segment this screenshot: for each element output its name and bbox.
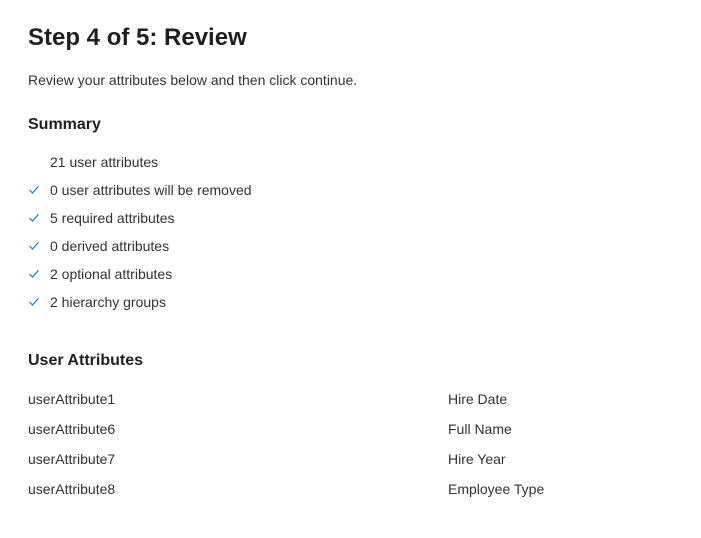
attribute-key: userAttribute1 xyxy=(28,384,448,414)
summary-heading: Summary xyxy=(28,116,673,134)
summary-item-text: 2 hierarchy groups xyxy=(50,294,166,310)
attribute-value: Hire Year xyxy=(448,444,673,474)
summary-list: 21 user attributes 0 user attributes wil… xyxy=(28,148,673,316)
summary-item: 0 user attributes will be removed xyxy=(28,176,673,204)
summary-item: 5 required attributes xyxy=(28,204,673,232)
check-icon xyxy=(28,268,50,280)
attribute-key: userAttribute6 xyxy=(28,414,448,444)
summary-item-text: 0 derived attributes xyxy=(50,238,169,254)
attribute-value: Hire Date xyxy=(448,384,673,414)
attribute-value-column: Hire Date Full Name Hire Year Employee T… xyxy=(448,384,673,504)
attribute-value: Full Name xyxy=(448,414,673,444)
instruction-text: Review your attributes below and then cl… xyxy=(28,72,673,88)
attribute-key: userAttribute8 xyxy=(28,474,448,504)
summary-item: 2 optional attributes xyxy=(28,260,673,288)
summary-item-text: 21 user attributes xyxy=(50,154,158,170)
check-icon xyxy=(28,240,50,252)
check-icon xyxy=(28,296,50,308)
user-attributes-heading: User Attributes xyxy=(28,352,673,370)
summary-item: 2 hierarchy groups xyxy=(28,288,673,316)
summary-item: 0 derived attributes xyxy=(28,232,673,260)
check-icon xyxy=(28,212,50,224)
attribute-key-column: userAttribute1 userAttribute6 userAttrib… xyxy=(28,384,448,504)
user-attributes-table: userAttribute1 userAttribute6 userAttrib… xyxy=(28,384,673,504)
summary-item-text: 0 user attributes will be removed xyxy=(50,182,252,198)
check-icon xyxy=(28,184,50,196)
attribute-value: Employee Type xyxy=(448,474,673,504)
summary-item: 21 user attributes xyxy=(28,148,673,176)
summary-item-text: 5 required attributes xyxy=(50,210,175,226)
attribute-key: userAttribute7 xyxy=(28,444,448,474)
page-title: Step 4 of 5: Review xyxy=(28,24,673,52)
summary-item-text: 2 optional attributes xyxy=(50,266,172,282)
